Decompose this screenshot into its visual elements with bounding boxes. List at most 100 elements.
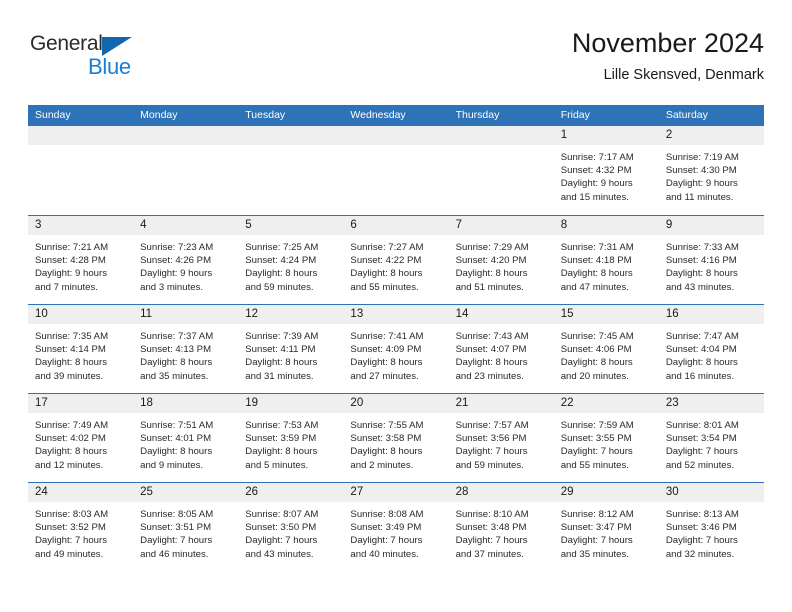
- sunset-text: Sunset: 3:47 PM: [560, 522, 632, 534]
- day-number: 22: [560, 397, 574, 409]
- daylight-text: and 47 minutes.: [560, 281, 629, 293]
- calendar-day-cell[interactable]: 5 Sunrise: 7:25 AM Sunset: 4:24 PM Daylight…: [238, 216, 344, 304]
- calendar-weeks: 1 Sunrise: 7:17 AM Sunset: 4:32 PM Daylight…: [28, 126, 764, 571]
- day-detail-lines: Sunrise: 7:29 AM Sunset: 4:20 PM Daylight:…: [449, 235, 554, 294]
- sunset-text: Sunset: 4:32 PM: [560, 165, 632, 177]
- sunset-text: Sunset: 3:54 PM: [665, 433, 737, 445]
- calendar-day-cell-empty: [133, 126, 239, 215]
- day-number: 12: [245, 308, 259, 320]
- day-number-band: 1: [553, 126, 659, 145]
- sunset-text: Sunset: 4:04 PM: [665, 344, 737, 356]
- day-number-band: [448, 126, 554, 145]
- calendar-day-cell[interactable]: 9 Sunrise: 7:33 AM Sunset: 4:16 PM Daylight…: [658, 216, 764, 304]
- daylight-text: Daylight: 8 hours: [560, 357, 633, 369]
- daylight-text: Daylight: 7 hours: [350, 535, 423, 547]
- calendar-day-cell[interactable]: 17 Sunrise: 7:49 AM Sunset: 4:02 PM Dayligh…: [28, 394, 134, 482]
- day-detail-lines: Sunrise: 7:27 AM Sunset: 4:22 PM Daylight:…: [343, 235, 448, 294]
- calendar-day-cell[interactable]: 22 Sunrise: 7:59 AM Sunset: 3:55 PM Dayligh…: [553, 394, 659, 482]
- weekday-header-row: Sunday Monday Tuesday Wednesday Thursday Frid…: [28, 105, 764, 126]
- sunrise-text: Sunrise: 7:57 AM: [455, 420, 529, 431]
- calendar-day-cell[interactable]: 26 Sunrise: 8:07 AM Sunset: 3:50 PM Dayligh…: [238, 483, 344, 571]
- daylight-text: and 39 minutes.: [35, 370, 104, 382]
- calendar-day-cell[interactable]: 23 Sunrise: 8:01 AM Sunset: 3:54 PM Dayligh…: [658, 394, 764, 482]
- sunrise-text: Sunrise: 7:23 AM: [140, 242, 214, 253]
- calendar-day-cell[interactable]: 13 Sunrise: 7:41 AM Sunset: 4:09 PM Dayligh…: [343, 305, 449, 393]
- calendar-day-cell[interactable]: 24 Sunrise: 8:03 AM Sunset: 3:52 PM Dayligh…: [28, 483, 134, 571]
- daylight-text: and 32 minutes.: [665, 548, 735, 560]
- day-number-band: 26: [238, 483, 344, 502]
- day-number: 5: [245, 219, 252, 231]
- calendar-day-cell[interactable]: 1 Sunrise: 7:17 AM Sunset: 4:32 PM Daylight…: [553, 126, 659, 215]
- calendar-day-cell[interactable]: 12 Sunrise: 7:39 AM Sunset: 4:11 PM Dayligh…: [238, 305, 344, 393]
- calendar-day-cell[interactable]: 3 Sunrise: 7:21 AM Sunset: 4:28 PM Daylight…: [28, 216, 134, 304]
- daylight-text: Daylight: 8 hours: [455, 268, 528, 280]
- daylight-text: Daylight: 9 hours: [560, 178, 633, 190]
- day-detail-lines: Sunrise: 7:43 AM Sunset: 4:07 PM Daylight:…: [449, 324, 554, 383]
- day-number: 13: [350, 308, 364, 320]
- calendar-day-cell[interactable]: 8 Sunrise: 7:31 AM Sunset: 4:18 PM Daylight…: [553, 216, 659, 304]
- calendar-day-cell[interactable]: 19 Sunrise: 7:53 AM Sunset: 3:59 PM Dayligh…: [238, 394, 344, 482]
- daylight-text: and 15 minutes.: [560, 191, 629, 203]
- calendar-day-cell[interactable]: 30 Sunrise: 8:13 AM Sunset: 3:46 PM Dayligh…: [658, 483, 764, 571]
- daylight-text: and 16 minutes.: [665, 370, 735, 382]
- day-number-band: [343, 126, 449, 145]
- calendar-day-cell[interactable]: 27 Sunrise: 8:08 AM Sunset: 3:49 PM Dayligh…: [343, 483, 449, 571]
- daylight-text: Daylight: 8 hours: [35, 446, 107, 458]
- sunset-text: Sunset: 4:24 PM: [245, 255, 317, 267]
- daylight-text: Daylight: 8 hours: [665, 268, 738, 280]
- calendar-day-cell[interactable]: 20 Sunrise: 7:55 AM Sunset: 3:58 PM Dayligh…: [343, 394, 449, 482]
- sunset-text: Sunset: 4:02 PM: [35, 433, 106, 445]
- brand-logo[interactable]: General Blue: [30, 32, 230, 92]
- daylight-text: and 46 minutes.: [140, 548, 209, 560]
- daylight-text: and 27 minutes.: [350, 370, 419, 382]
- sunset-text: Sunset: 4:16 PM: [665, 255, 737, 267]
- daylight-text: and 5 minutes.: [245, 459, 309, 471]
- day-detail-lines: Sunrise: 7:17 AM Sunset: 4:32 PM Daylight:…: [554, 145, 659, 204]
- sunrise-text: Sunrise: 8:12 AM: [560, 509, 634, 520]
- day-number: 1: [560, 129, 568, 141]
- sunset-text: Sunset: 3:51 PM: [140, 522, 212, 534]
- day-number: 7: [455, 219, 462, 231]
- day-detail-lines: Sunrise: 7:39 AM Sunset: 4:11 PM Daylight:…: [238, 324, 343, 383]
- daylight-text: Daylight: 8 hours: [140, 357, 213, 369]
- calendar-day-cell[interactable]: 7 Sunrise: 7:29 AM Sunset: 4:20 PM Daylight…: [448, 216, 554, 304]
- page-title: November 2024: [571, 28, 764, 58]
- sunset-text: Sunset: 4:01 PM: [140, 433, 212, 445]
- sunset-text: Sunset: 4:07 PM: [455, 344, 527, 356]
- daylight-text: and 35 minutes.: [140, 370, 209, 382]
- calendar-day-cell[interactable]: 18 Sunrise: 7:51 AM Sunset: 4:01 PM Dayligh…: [133, 394, 239, 482]
- daylight-text: Daylight: 8 hours: [455, 357, 528, 369]
- calendar-day-cell[interactable]: 28 Sunrise: 8:10 AM Sunset: 3:48 PM Dayligh…: [448, 483, 554, 571]
- day-number: 9: [665, 219, 673, 231]
- sunset-text: Sunset: 3:59 PM: [245, 433, 317, 445]
- daylight-text: and 2 minutes.: [350, 459, 414, 471]
- calendar-day-cell[interactable]: 11 Sunrise: 7:37 AM Sunset: 4:13 PM Dayligh…: [133, 305, 239, 393]
- calendar-day-cell[interactable]: 4 Sunrise: 7:23 AM Sunset: 4:26 PM Daylight…: [133, 216, 239, 304]
- daylight-text: Daylight: 7 hours: [560, 535, 633, 547]
- day-number-band: 20: [343, 394, 449, 413]
- daylight-text: and 43 minutes.: [245, 548, 314, 560]
- calendar-day-cell[interactable]: 15 Sunrise: 7:45 AM Sunset: 4:06 PM Dayligh…: [553, 305, 659, 393]
- day-detail-lines: [343, 145, 448, 151]
- calendar-day-cell[interactable]: 25 Sunrise: 8:05 AM Sunset: 3:51 PM Dayligh…: [133, 483, 239, 571]
- sunrise-text: Sunrise: 7:29 AM: [455, 242, 529, 253]
- day-number: 17: [35, 397, 48, 409]
- day-detail-lines: [133, 145, 238, 151]
- calendar-day-cell[interactable]: 10 Sunrise: 7:35 AM Sunset: 4:14 PM Dayligh…: [28, 305, 134, 393]
- day-detail-lines: [238, 145, 343, 151]
- day-number-band: 16: [658, 305, 764, 324]
- calendar-day-cell[interactable]: 14 Sunrise: 7:43 AM Sunset: 4:07 PM Dayligh…: [448, 305, 554, 393]
- weekday-header-wednesday: Wednesday: [350, 109, 406, 121]
- sunrise-text: Sunrise: 7:17 AM: [560, 152, 634, 163]
- daylight-text: Daylight: 7 hours: [245, 535, 318, 547]
- calendar-day-cell[interactable]: 2 Sunrise: 7:19 AM Sunset: 4:30 PM Daylight…: [658, 126, 764, 215]
- calendar-day-cell[interactable]: 6 Sunrise: 7:27 AM Sunset: 4:22 PM Daylight…: [343, 216, 449, 304]
- daylight-text: and 3 minutes.: [140, 281, 204, 293]
- daylight-text: and 51 minutes.: [455, 281, 524, 293]
- day-number: 27: [350, 486, 364, 498]
- calendar-day-cell[interactable]: 29 Sunrise: 8:12 AM Sunset: 3:47 PM Dayligh…: [553, 483, 659, 571]
- calendar-day-cell[interactable]: 21 Sunrise: 7:57 AM Sunset: 3:56 PM Dayligh…: [448, 394, 554, 482]
- sunset-text: Sunset: 4:22 PM: [350, 255, 422, 267]
- calendar-day-cell[interactable]: 16 Sunrise: 7:47 AM Sunset: 4:04 PM Dayligh…: [658, 305, 764, 393]
- sunset-text: Sunset: 4:13 PM: [140, 344, 212, 356]
